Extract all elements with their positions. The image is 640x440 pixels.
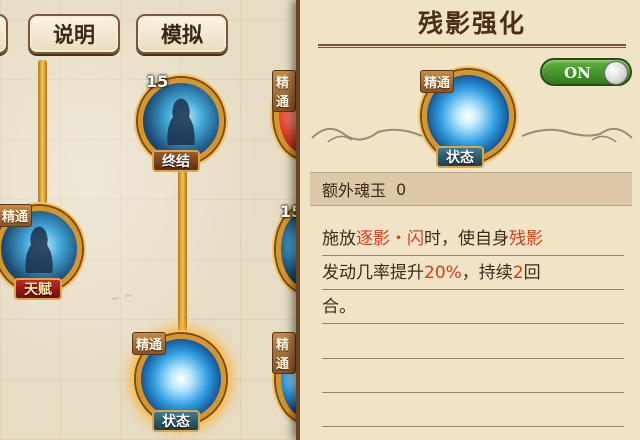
description-text: 时，使自身: [424, 229, 509, 249]
skill-type-ribbon: 状态: [436, 146, 484, 168]
mastery-tag: 精通: [0, 204, 33, 227]
description-text: 回: [523, 263, 541, 283]
mastery-tag: 精通: [132, 332, 167, 355]
skill-tree-map[interactable]: ~ ~ ~ ~ ~ 说明 模拟 15 终结 精通 天赋 精通 状态 精通 15 …: [0, 0, 296, 440]
skill-toggle-switch[interactable]: ON: [540, 58, 632, 86]
toggle-knob: [604, 61, 628, 85]
mastery-tag: 精通: [272, 332, 296, 374]
soul-jade-count: 0: [396, 179, 407, 199]
ruled-line: [322, 358, 624, 359]
skill-name-highlight: 残影: [509, 229, 543, 249]
map-decoration: ~ ~: [108, 287, 136, 307]
value-highlight: 20%: [424, 263, 462, 283]
description-text: 合。: [322, 297, 356, 317]
ruled-line: [322, 392, 624, 393]
skill-type-ribbon: 终结: [152, 150, 200, 172]
skill-type-ribbon: 状态: [152, 410, 200, 432]
partial-button[interactable]: [0, 14, 8, 54]
extra-soul-jade-row: 额外魂玉 0: [310, 172, 632, 206]
skill-type-ribbon: 天赋: [14, 278, 62, 300]
skill-name-highlight: 逐影・闪: [356, 229, 424, 249]
description-text: 发动几率提升: [322, 263, 424, 283]
title-divider: [318, 44, 626, 48]
flourish-left-icon: [311, 127, 423, 143]
mastery-tag: 精通: [272, 70, 296, 112]
description-line: 合。: [322, 290, 624, 324]
description-text: ，持续: [461, 263, 513, 283]
ruled-line: [322, 426, 624, 427]
toggle-label: ON: [564, 64, 591, 82]
description-line: 施放逐影・闪时，使自身残影: [322, 222, 624, 256]
soul-jade-label: 额外魂玉: [322, 181, 387, 200]
description-text: 施放: [322, 229, 356, 249]
value-highlight: 2: [512, 263, 524, 283]
skill-detail-panel: 残影强化 ON 精通 状态 额外魂玉 0 施放逐影・闪时，使自身残影 发动几率提…: [296, 0, 640, 440]
panel-title: 残影强化: [417, 9, 526, 38]
skill-level-badge: 15: [280, 202, 296, 221]
character-portrait-icon: [17, 226, 61, 274]
skill-level-badge: 15: [146, 72, 169, 91]
tree-connector: [178, 160, 187, 340]
simulate-button[interactable]: 模拟: [136, 14, 228, 54]
help-button[interactable]: 说明: [28, 14, 120, 54]
flourish-right-icon: [521, 127, 633, 143]
tree-connector: [38, 60, 47, 210]
description-line: 发动几率提升20%，持续2回: [322, 256, 624, 290]
mastery-tag: 精通: [420, 70, 455, 93]
character-portrait-icon: [159, 98, 203, 146]
